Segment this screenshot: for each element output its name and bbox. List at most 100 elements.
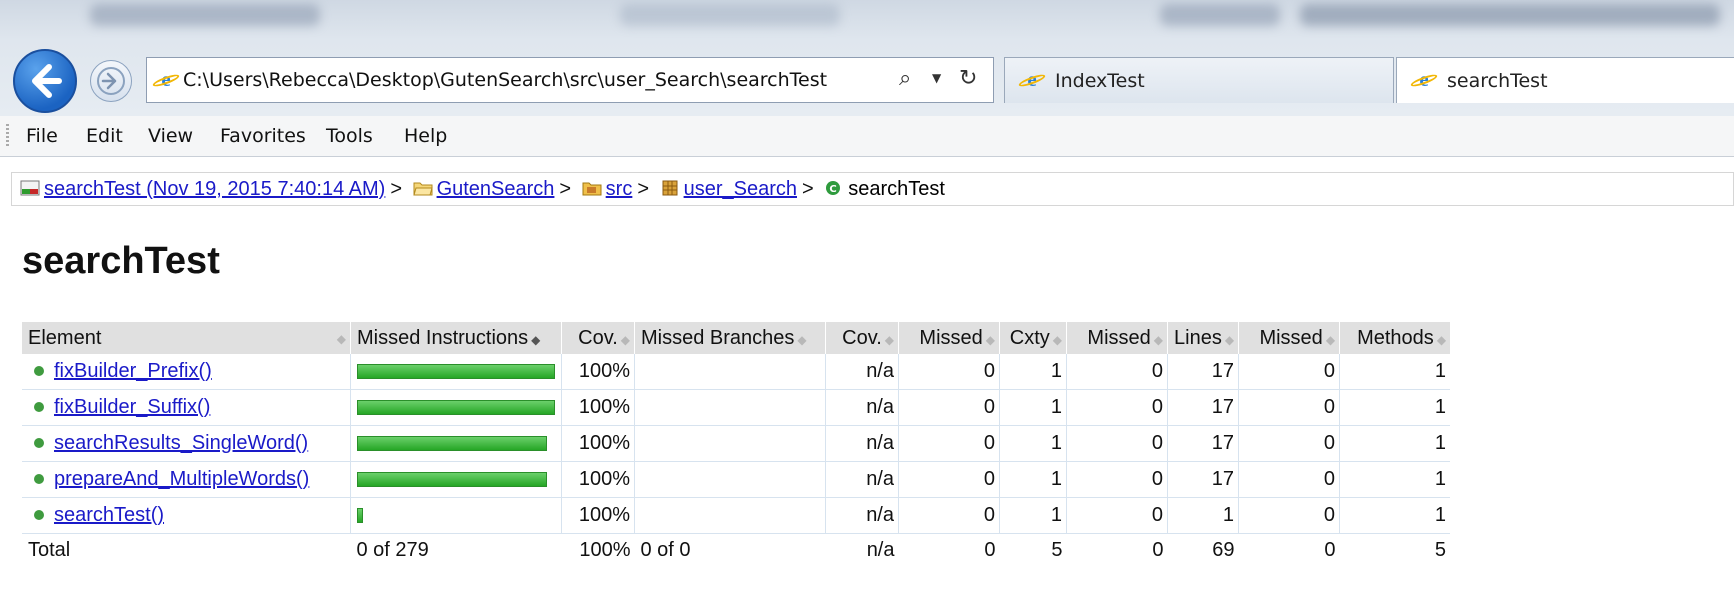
- coverage-table-body: fixBuilder_Prefix() 100% n/a 0 1 0 17 0 1 fixBuil…: [22, 354, 1451, 534]
- missed-branches-cell: [634, 354, 826, 390]
- sort-icon: ◆: [1052, 332, 1062, 347]
- header-missed-methods[interactable]: Missed ◆: [1238, 322, 1340, 354]
- header-cov[interactable]: Cov. ◆: [561, 322, 635, 354]
- cov-cell: 100%: [561, 389, 635, 426]
- ie-tab-icon: e: [1409, 69, 1439, 91]
- menu-file[interactable]: File: [26, 125, 58, 147]
- session-icon: [20, 179, 40, 196]
- forward-arrow-icon: [97, 67, 125, 95]
- tab-label: IndexTest: [1055, 70, 1145, 92]
- back-button[interactable]: [13, 49, 77, 113]
- missed-lines-cell: 0: [1066, 497, 1168, 534]
- missed-instructions-cell: [350, 497, 562, 534]
- total-instructions: 0 of 279: [350, 533, 562, 566]
- menu-view[interactable]: View: [148, 125, 193, 147]
- class-icon: C: [824, 179, 844, 195]
- missed-methods-cell: 0: [1238, 425, 1340, 462]
- breadcrumb-project-link[interactable]: GutenSearch: [437, 178, 555, 200]
- element-link[interactable]: searchTest(): [54, 504, 164, 526]
- total-methods: 5: [1339, 533, 1451, 566]
- sort-icon: ◆: [797, 332, 807, 347]
- missed-methods-cell: 0: [1238, 354, 1340, 390]
- dropdown-arrow-icon[interactable]: ▼: [932, 71, 941, 85]
- menu-help[interactable]: Help: [404, 125, 447, 147]
- missed-instructions-cell: [350, 461, 562, 498]
- element-link[interactable]: prepareAnd_MultipleWords(): [54, 468, 309, 490]
- ie-tab-icon: e: [1017, 69, 1047, 91]
- header-missed-lines[interactable]: Missed ◆: [1066, 322, 1168, 354]
- refresh-icon[interactable]: ↻: [959, 66, 977, 91]
- methods-cell: 1: [1339, 497, 1451, 534]
- element-cell: searchResults_SingleWord(): [22, 425, 351, 462]
- element-cell: searchTest(): [22, 497, 351, 534]
- header-missed-branches[interactable]: Missed Branches ◆: [634, 322, 826, 354]
- methods-cell: 1: [1339, 389, 1451, 426]
- table-total-row: Total 0 of 279 100% 0 of 0 n/a 0 5 0 69 …: [22, 533, 1451, 566]
- methods-cell: 1: [1339, 425, 1451, 462]
- missed-lines-cell: 0: [1066, 461, 1168, 498]
- lines-cell: 17: [1166, 461, 1239, 498]
- element-cell: prepareAnd_MultipleWords(): [22, 461, 351, 498]
- missed-cxty-cell: 0: [898, 354, 1000, 390]
- cov-cell: 100%: [561, 425, 635, 462]
- tab-searchtest[interactable]: e searchTest: [1396, 57, 1734, 103]
- header-cxty[interactable]: Cxty ◆: [999, 322, 1067, 354]
- header-element[interactable]: Element ◆: [22, 322, 351, 354]
- address-text[interactable]: C:\Users\Rebecca\Desktop\GutenSearch\src…: [183, 69, 827, 91]
- total-missed-lines: 0: [1066, 533, 1168, 566]
- total-branch-cov: n/a: [825, 533, 899, 566]
- address-bar[interactable]: e C:\Users\Rebecca\Desktop\GutenSearch\s…: [146, 57, 994, 103]
- header-methods[interactable]: Methods ◆: [1339, 322, 1451, 354]
- missed-instructions-cell: [350, 425, 562, 462]
- breadcrumb-folder-link[interactable]: src: [606, 178, 633, 200]
- element-link[interactable]: fixBuilder_Prefix(): [54, 360, 212, 382]
- coverage-bar: [357, 364, 555, 380]
- total-lines: 69: [1167, 533, 1239, 566]
- lines-cell: 17: [1166, 354, 1239, 390]
- sort-icon: ◆: [1153, 332, 1163, 347]
- missed-lines-cell: 0: [1066, 354, 1168, 390]
- coverage-bar: [357, 472, 547, 488]
- element-link[interactable]: fixBuilder_Suffix(): [54, 396, 210, 418]
- search-icon[interactable]: ⌕: [899, 66, 911, 91]
- breadcrumb-package-link[interactable]: user_Search: [684, 178, 797, 200]
- menu-favorites[interactable]: Favorites: [220, 125, 306, 147]
- branch-cov-cell: n/a: [825, 425, 899, 462]
- missed-branches-cell: [634, 425, 826, 462]
- tab-label: searchTest: [1447, 70, 1548, 92]
- element-link[interactable]: searchResults_SingleWord(): [54, 432, 308, 454]
- method-icon: [34, 402, 44, 412]
- menu-edit[interactable]: Edit: [86, 125, 123, 147]
- table-row: fixBuilder_Suffix() 100% n/a 0 1 0 17 0 1: [22, 389, 1451, 426]
- cxty-cell: 1: [999, 497, 1067, 534]
- coverage-table: Element ◆ Missed Instructions ◆ Cov. ◆ Miss…: [22, 322, 1451, 566]
- tab-indextest[interactable]: e IndexTest: [1004, 57, 1394, 103]
- sort-icon: ◆: [1224, 332, 1235, 347]
- breadcrumb-current: searchTest: [848, 178, 945, 200]
- header-missed-cxty[interactable]: Missed ◆: [898, 322, 1000, 354]
- breadcrumb-session-link[interactable]: searchTest (Nov 19, 2015 7:40:14 AM): [44, 178, 385, 200]
- missed-cxty-cell: 0: [898, 425, 1000, 462]
- missed-cxty-cell: 0: [898, 497, 1000, 534]
- sort-icon: ◆: [884, 332, 894, 347]
- sort-icon: ◆: [1436, 332, 1447, 347]
- breadcrumb: searchTest (Nov 19, 2015 7:40:14 AM) > Gu…: [11, 172, 1734, 206]
- svg-text:C: C: [830, 184, 837, 195]
- method-icon: [34, 510, 44, 520]
- sort-icon: ◆: [336, 331, 346, 346]
- missed-instructions-cell: [350, 354, 562, 390]
- header-missed-instructions[interactable]: Missed Instructions ◆: [350, 322, 562, 354]
- header-lines[interactable]: Lines ◆: [1166, 322, 1239, 354]
- header-branch-cov[interactable]: Cov. ◆: [825, 322, 899, 354]
- table-row: prepareAnd_MultipleWords() 100% n/a 0 1 0 17 0 1: [22, 461, 1451, 498]
- element-cell: fixBuilder_Suffix(): [22, 389, 351, 426]
- menu-tools[interactable]: Tools: [326, 125, 373, 147]
- coverage-bar: [357, 508, 363, 524]
- branch-cov-cell: n/a: [825, 354, 899, 390]
- missed-lines-cell: 0: [1066, 389, 1168, 426]
- method-icon: [34, 366, 44, 376]
- total-cov: 100%: [561, 533, 635, 566]
- table-row: fixBuilder_Prefix() 100% n/a 0 1 0 17 0 1: [22, 354, 1451, 390]
- forward-button[interactable]: [90, 60, 132, 102]
- menu-grip: [6, 124, 9, 148]
